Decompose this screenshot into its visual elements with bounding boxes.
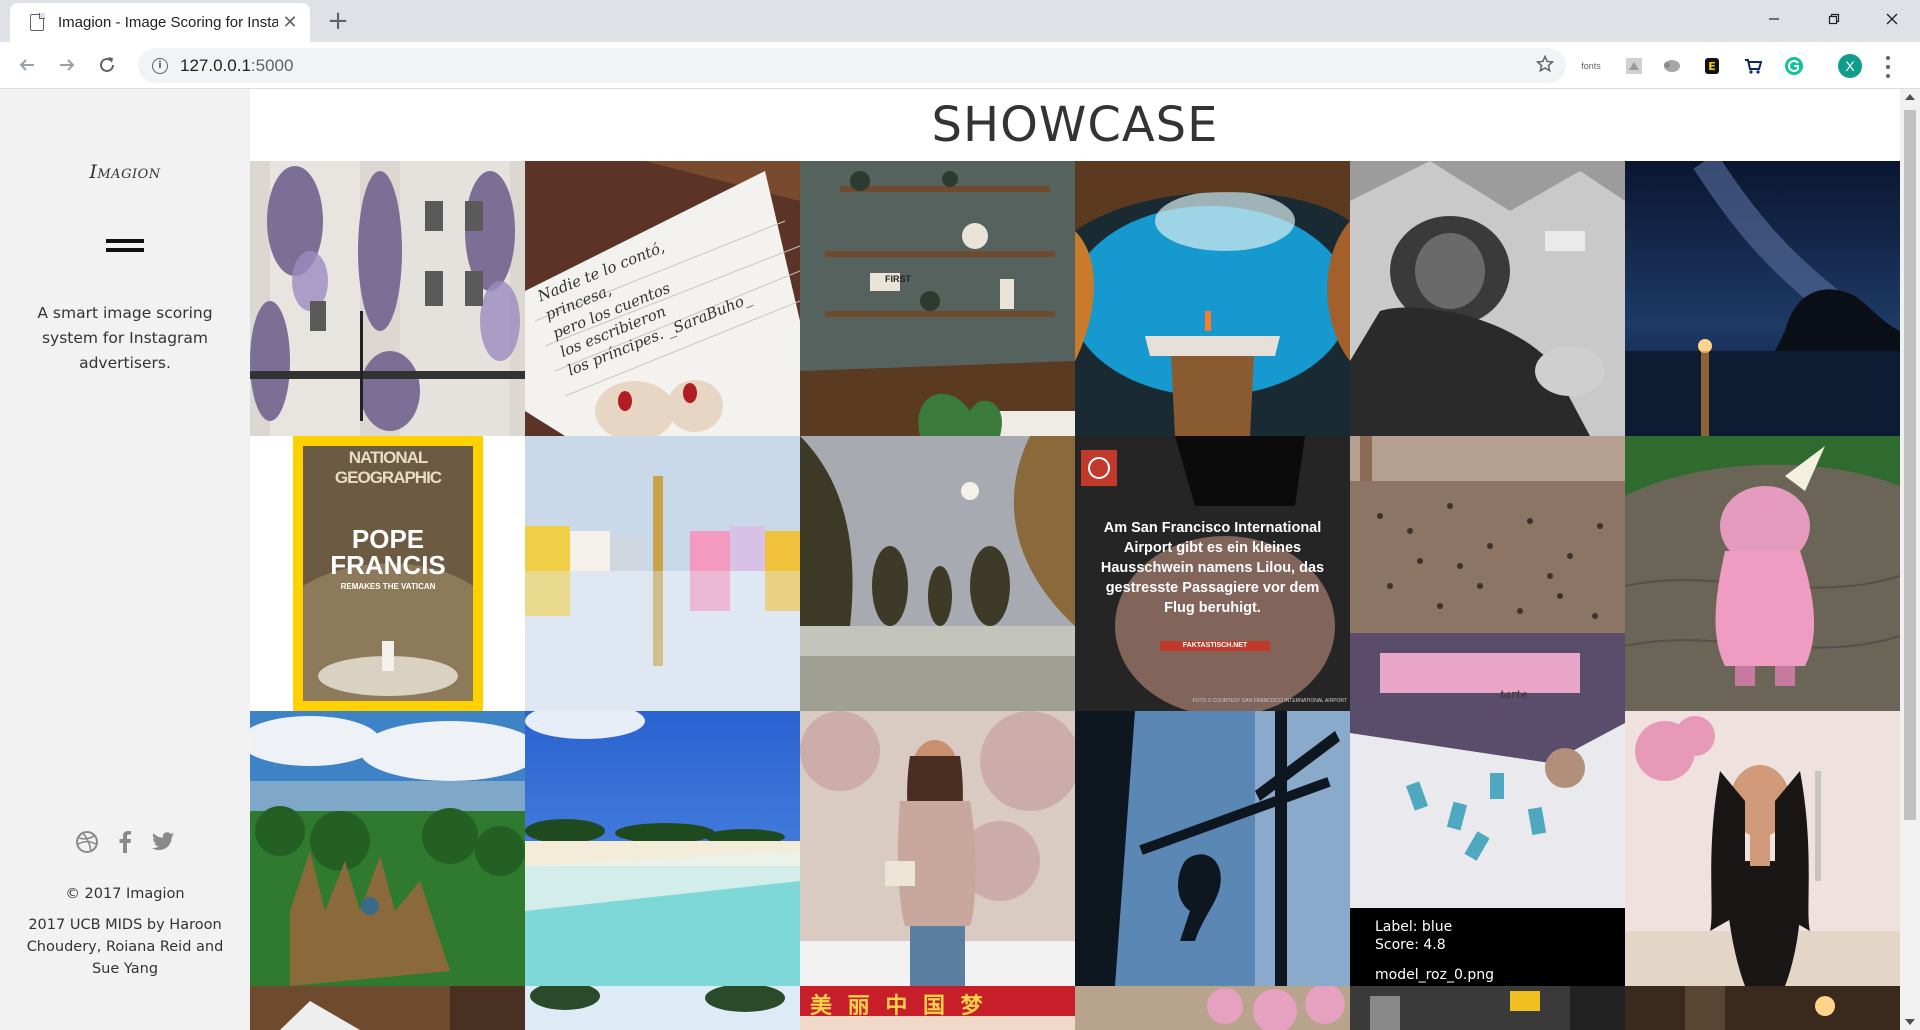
showcase-main: SHOWCASE Nadie te lo contó, princesa, pe… (250, 89, 1900, 1030)
social-links (0, 827, 250, 857)
showcase-image-night-sky[interactable] (1625, 161, 1900, 436)
browser-toolbar: i 127.0.0.1:5000 fonts E X (0, 42, 1920, 89)
magazine-subtitle: REMAKES THE VATICAN (340, 582, 436, 591)
elephant-extension-icon[interactable] (1661, 55, 1683, 77)
showcase-image-crowd-square[interactable] (1350, 436, 1625, 633)
showcase-image-cosmetics[interactable]: tarte (1350, 633, 1625, 908)
shelf-sign-text: FIRST (885, 274, 911, 284)
showcase-image-magazine-cover[interactable]: NATIONAL GEOGRAPHIC POPE FRANCIS REMAKES… (250, 436, 525, 711)
credits-text: 2017 UCB MIDS by Haroon Choudery, Roiana… (26, 917, 224, 977)
browser-menu-icon[interactable] (1884, 56, 1892, 78)
cart-extension-icon[interactable] (1742, 55, 1764, 77)
pig-post-text: Am San Francisco International Airport g… (1100, 520, 1325, 616)
caption-score: Score: 4.8 (1375, 937, 1446, 953)
scroll-up-arrow-icon[interactable] (1905, 94, 1915, 100)
page-scrollbar[interactable] (1900, 89, 1920, 1030)
pig-post-photo-credit: FOTO © COURTESY SAN FRANCISCO INTERNATIO… (1192, 698, 1347, 704)
evernote-extension-icon[interactable]: E (1701, 55, 1723, 77)
close-window-button[interactable] (1864, 0, 1920, 38)
showcase-image-row4-e[interactable] (1350, 986, 1625, 1030)
address-bar[interactable]: i 127.0.0.1:5000 (138, 48, 1566, 83)
pig-post-source: FAKTASTISCH.NET (1182, 642, 1248, 649)
close-tab-icon[interactable]: ✕ (280, 12, 300, 33)
showcase-image-beach[interactable] (525, 711, 800, 986)
site-tagline: A smart image scoring system for Instagr… (37, 304, 213, 372)
grammarly-extension-icon[interactable] (1783, 55, 1805, 77)
tab-title: Imagion - Image Scoring for Instagram (58, 14, 278, 31)
fonts-extension-icon[interactable]: fonts (1580, 55, 1602, 77)
showcase-image-pig-airport[interactable]: Am San Francisco International Airport g… (1075, 436, 1350, 711)
showcase-image-colorful-houses[interactable] (525, 436, 800, 711)
bookmark-star-icon[interactable] (1535, 54, 1555, 77)
showcase-image-woman-portrait[interactable] (1625, 711, 1900, 986)
hover-caption-tile[interactable]: Label: blue Score: 4.8 model_roz_0.png (1350, 908, 1625, 986)
restore-window-button[interactable] (1806, 0, 1862, 38)
showcase-image-woman-blossom[interactable] (800, 711, 1075, 986)
showcase-image-pink-costume[interactable] (1625, 436, 1900, 711)
browser-tab-strip: Imagion - Image Scoring for Instagram ✕ … (0, 0, 1920, 42)
scrollbar-thumb[interactable] (1904, 110, 1916, 820)
showcase-image-jungle-hand[interactable] (250, 711, 525, 986)
site-info-icon[interactable]: i (152, 57, 168, 74)
row4-sign-text: 美 丽 中 国 梦 (810, 994, 987, 1019)
reload-button[interactable] (92, 50, 122, 80)
forward-button[interactable] (52, 50, 82, 80)
sidebar: Imagion A smart image scoring system for… (0, 89, 250, 1030)
cosmetics-brand-text: tarte (1500, 688, 1528, 701)
page-icon (30, 13, 45, 31)
showcase-image-row4-a[interactable] (250, 986, 525, 1030)
twitter-icon[interactable] (148, 827, 178, 857)
minimize-window-button[interactable] (1746, 0, 1802, 38)
showcase-image-row4-b[interactable] (525, 986, 800, 1030)
profile-avatar[interactable]: X (1838, 54, 1862, 78)
hamburger-menu-icon[interactable] (106, 239, 144, 253)
scroll-down-arrow-icon[interactable] (1905, 1019, 1915, 1025)
showcase-image-row4-c[interactable]: 美 丽 中 国 梦 (800, 986, 1075, 1030)
svg-text:E: E (1708, 60, 1716, 73)
copyright-text: © 2017 Imagion (65, 886, 185, 902)
url-text: 127.0.0.1:5000 (180, 55, 294, 75)
dribbble-icon[interactable] (72, 827, 102, 857)
showcase-image-climber-bw[interactable] (1350, 161, 1625, 436)
magazine-brand: NATIONAL GEOGRAPHIC (334, 448, 442, 487)
showcase-image-tree-field[interactable] (800, 436, 1075, 711)
image-hover-caption: Label: blue Score: 4.8 model_roz_0.png (1350, 908, 1625, 986)
showcase-image-cave-pool[interactable] (1075, 161, 1350, 436)
showcase-image-row4-d[interactable] (1075, 986, 1350, 1030)
caption-label: Label: blue (1375, 919, 1453, 935)
showcase-image-industrial-silhouette[interactable] (1075, 711, 1350, 986)
showcase-image-house-wisteria[interactable] (250, 161, 525, 436)
magazine-line-2: FRANCIS (330, 550, 446, 580)
showcase-image-handwritten-note[interactable]: Nadie te lo contó, princesa, pero los cuen… (525, 161, 800, 436)
magazine-line-1: POPE (351, 524, 425, 554)
new-tab-button[interactable]: + (323, 6, 353, 36)
back-button[interactable] (12, 50, 42, 80)
extension-icon[interactable] (1623, 55, 1645, 77)
caption-filename: model_roz_0.png (1375, 967, 1494, 983)
page-title: SHOWCASE (931, 97, 1219, 153)
showcase-image-row4-f[interactable] (1625, 986, 1900, 1030)
showcase-image-wall-shelves[interactable]: FIRST (800, 161, 1075, 436)
site-logo[interactable]: Imagion (0, 161, 250, 183)
browser-tab[interactable]: Imagion - Image Scoring for Instagram ✕ (10, 3, 310, 42)
facebook-icon[interactable] (110, 827, 140, 857)
